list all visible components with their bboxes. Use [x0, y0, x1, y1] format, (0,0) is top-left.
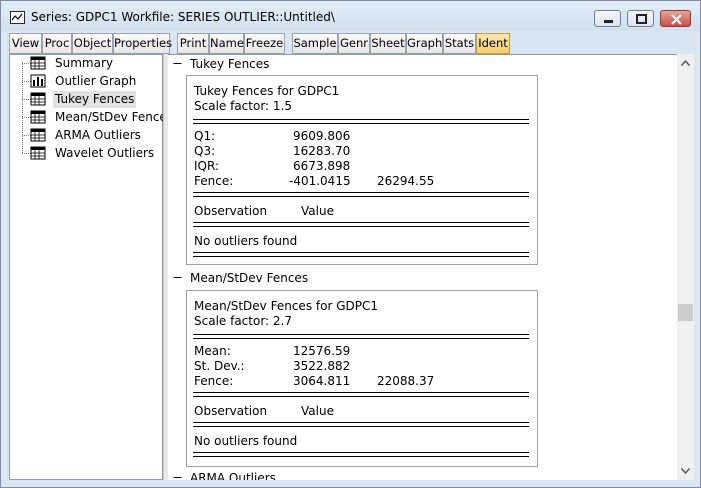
scroll-down-icon[interactable] — [680, 467, 691, 475]
collapse-icon[interactable] — [173, 473, 182, 480]
collapse-icon[interactable] — [173, 273, 182, 282]
name-button[interactable]: Name — [209, 33, 244, 54]
result-text: No outliers found — [194, 234, 298, 248]
scrollbar-thumb[interactable] — [678, 304, 693, 321]
close-button[interactable] — [660, 10, 691, 27]
stat-value: 9609.806 — [293, 129, 351, 143]
vertical-scrollbar[interactable] — [677, 54, 694, 480]
scale-factor: Scale factor: 2.7 — [194, 314, 292, 328]
tree-item-label: Wavelet Outliers — [55, 146, 155, 160]
stat-value: 12576.59 — [293, 344, 351, 358]
double-rule — [193, 422, 529, 427]
double-rule — [193, 119, 529, 124]
section-heading: Tukey Fences — [190, 57, 270, 71]
tree-item-label: Mean/StDev Fences — [55, 110, 174, 124]
double-rule — [193, 452, 529, 457]
properties-button[interactable]: Properties — [113, 33, 172, 54]
object-button[interactable]: Object — [72, 33, 113, 54]
stat-label: Mean: — [194, 344, 231, 358]
tree-connector — [22, 62, 23, 153]
tree-panel[interactable]: Summary Outlier Graph Tukey Fences Mean/… — [9, 54, 173, 480]
maximize-button[interactable] — [627, 10, 654, 27]
stat-label: Fence: — [194, 374, 234, 388]
table-icon — [30, 110, 46, 124]
stat-value: 3064.811 — [293, 374, 351, 388]
window-title: Series: GDPC1 Workfile: SERIES OUTLIER::… — [31, 10, 335, 24]
stat-label: IQR: — [194, 159, 219, 173]
tree-item-label: Summary — [55, 56, 113, 70]
table-icon — [30, 92, 46, 106]
scale-factor: Scale factor: 1.5 — [194, 99, 292, 113]
print-button[interactable]: Print — [177, 33, 209, 54]
section-heading: Mean/StDev Fences — [190, 271, 309, 285]
genr-button[interactable]: Genr — [338, 33, 370, 54]
stat-value: -401.0415 — [289, 174, 351, 188]
column-header-observation: Observation — [194, 404, 268, 418]
tree-item-label: ARMA Outliers — [55, 128, 141, 142]
scroll-up-icon[interactable] — [680, 59, 691, 67]
stat-value: 16283.70 — [293, 144, 351, 158]
table-icon — [30, 128, 46, 142]
sheet-button[interactable]: Sheet — [370, 33, 406, 54]
output-pane[interactable]: Tukey Fences Tukey Fences for GDPC1 Scal… — [168, 54, 677, 480]
result-text: No outliers found — [194, 434, 298, 448]
section-heading: ARMA Outliers — [190, 471, 276, 480]
double-rule — [193, 392, 529, 397]
view-button[interactable]: View — [9, 33, 42, 54]
stat-value: 6673.898 — [293, 159, 351, 173]
table-title: Tukey Fences for GDPC1 — [194, 84, 340, 98]
stat-label: Fence: — [194, 174, 234, 188]
stat-value: 3522.882 — [293, 359, 351, 373]
double-rule — [193, 252, 529, 257]
sample-button[interactable]: Sample — [292, 33, 338, 54]
double-rule — [193, 334, 529, 339]
stat-value: 22088.37 — [377, 374, 435, 388]
column-header-value: Value — [301, 404, 334, 418]
collapse-icon[interactable] — [173, 59, 182, 68]
table-icon — [30, 56, 46, 70]
stat-label: Q3: — [194, 144, 216, 158]
stat-label: Q1: — [194, 129, 216, 143]
bar-chart-icon — [30, 74, 46, 88]
ident-button[interactable]: Ident — [476, 33, 510, 54]
stat-value: 26294.55 — [377, 174, 435, 188]
tukey-output-table: Tukey Fences for GDPC1 Scale factor: 1.5… — [186, 75, 538, 265]
stat-label: St. Dev.: — [194, 359, 245, 373]
double-rule — [193, 222, 529, 227]
tree-item-label: Outlier Graph — [55, 74, 137, 88]
series-window: Series: GDPC1 Workfile: SERIES OUTLIER::… — [0, 0, 701, 488]
column-header-value: Value — [301, 204, 334, 218]
column-header-observation: Observation — [194, 204, 268, 218]
title-bar[interactable]: Series: GDPC1 Workfile: SERIES OUTLIER::… — [1, 1, 700, 31]
table-icon — [30, 146, 46, 160]
toolbar: View Proc Object Properties Print Name F… — [9, 33, 693, 54]
minimize-button[interactable] — [594, 10, 621, 27]
tree-item-label: Tukey Fences — [53, 91, 137, 108]
mean-stdev-output-table: Mean/StDev Fences for GDPC1 Scale factor… — [186, 290, 538, 467]
freeze-button[interactable]: Freeze — [244, 33, 285, 54]
double-rule — [193, 192, 529, 197]
proc-button[interactable]: Proc — [42, 33, 72, 54]
series-window-icon — [10, 11, 25, 24]
graph-button[interactable]: Graph — [406, 33, 443, 54]
stats-button[interactable]: Stats — [443, 33, 476, 54]
table-title: Mean/StDev Fences for GDPC1 — [194, 299, 378, 313]
